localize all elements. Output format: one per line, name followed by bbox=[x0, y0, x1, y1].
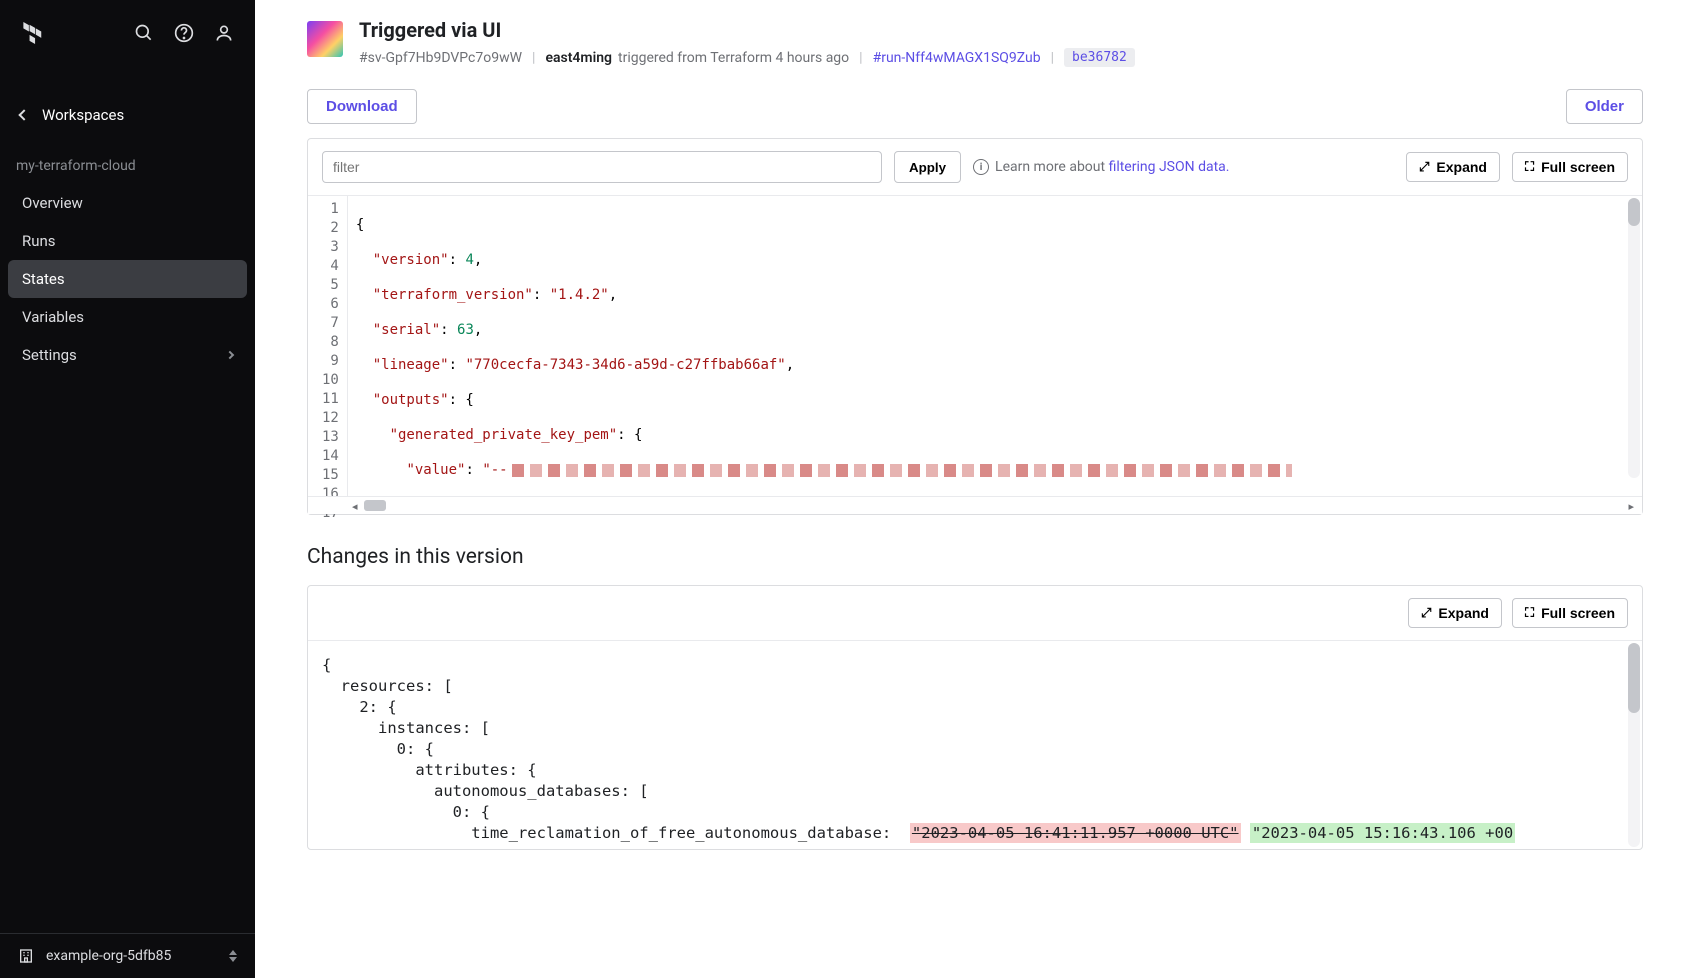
footer-org-name: example-org-5dfb85 bbox=[46, 948, 217, 964]
nav-states[interactable]: States bbox=[8, 260, 247, 298]
page-title: Triggered via UI bbox=[359, 18, 1643, 42]
redacted-value bbox=[512, 464, 1292, 477]
older-button[interactable]: Older bbox=[1566, 89, 1643, 124]
run-link[interactable]: #run-Nff4wMAGX1SQ9Zub bbox=[873, 50, 1041, 66]
learn-more-text: i Learn more about filtering JSON data. bbox=[973, 159, 1394, 175]
diff-vertical-scrollbar[interactable] bbox=[1628, 643, 1640, 847]
diff-toolbar: ⤢ Expand ⛶ Full screen bbox=[308, 586, 1642, 641]
chevron-right-icon bbox=[226, 351, 234, 359]
diff-removed-value: "2023-04-05 16:41:11.957 +0000 UTC" bbox=[910, 823, 1241, 843]
horizontal-scrollbar[interactable]: ◂ ▸ bbox=[308, 496, 1642, 514]
code-area: 1234567891011121314151617 { "version": 4… bbox=[308, 196, 1642, 496]
workspace-breadcrumb: my-terraform-cloud bbox=[0, 134, 255, 184]
trigger-description: triggered from Terraform 4 hours ago bbox=[618, 50, 849, 66]
filtering-docs-link[interactable]: filtering JSON data. bbox=[1109, 159, 1230, 175]
vertical-scrollbar[interactable] bbox=[1628, 198, 1640, 478]
sidebar-top-bar bbox=[0, 0, 255, 66]
nav-settings[interactable]: Settings bbox=[8, 336, 247, 374]
diff-expand-button[interactable]: ⤢ Expand bbox=[1408, 598, 1502, 628]
triggered-by-user: east4ming bbox=[545, 50, 612, 66]
expand-icon: ⤢ bbox=[1419, 159, 1429, 175]
expand-button[interactable]: ⤢ Expand bbox=[1406, 152, 1500, 182]
nav-runs[interactable]: Runs bbox=[8, 222, 247, 260]
info-icon: i bbox=[973, 159, 989, 175]
avatar bbox=[307, 21, 343, 57]
nav-variables[interactable]: Variables bbox=[8, 298, 247, 336]
main-content: Triggered via UI #sv-Gpf7Hb9DVPc7o9wW | … bbox=[255, 0, 1683, 978]
code-body[interactable]: { "version": 4, "terraform_version": "1.… bbox=[348, 196, 1642, 496]
state-json-viewer: Apply i Learn more about filtering JSON … bbox=[307, 138, 1643, 515]
back-label: Workspaces bbox=[42, 106, 124, 124]
fullscreen-icon: ⛶ bbox=[1525, 159, 1534, 175]
org-switcher[interactable]: example-org-5dfb85 bbox=[0, 933, 255, 978]
chevron-left-icon bbox=[18, 109, 29, 120]
user-icon[interactable] bbox=[213, 22, 235, 44]
page-header: Triggered via UI #sv-Gpf7Hb9DVPc7o9wW | … bbox=[307, 18, 1643, 67]
diff-added-value: "2023-04-05 15:16:43.106 +00 bbox=[1250, 823, 1515, 843]
page-meta: #sv-Gpf7Hb9DVPc7o9wW | east4ming trigger… bbox=[359, 48, 1643, 67]
organization-icon bbox=[18, 948, 34, 964]
fullscreen-icon: ⛶ bbox=[1525, 605, 1534, 621]
search-icon[interactable] bbox=[133, 22, 155, 44]
nav-overview[interactable]: Overview bbox=[8, 184, 247, 222]
updown-icon bbox=[229, 950, 237, 962]
fullscreen-button[interactable]: ⛶ Full screen bbox=[1512, 152, 1628, 182]
line-gutter: 1234567891011121314151617 bbox=[308, 196, 348, 496]
sidebar: Workspaces my-terraform-cloud Overview R… bbox=[0, 0, 255, 978]
diff-fullscreen-button[interactable]: ⛶ Full screen bbox=[1512, 598, 1628, 628]
diff-body[interactable]: { resources: [ 2: { instances: [ 0: { at… bbox=[308, 641, 1642, 849]
changes-section-title: Changes in this version bbox=[307, 545, 1643, 569]
viewer-toolbar: Apply i Learn more about filtering JSON … bbox=[308, 139, 1642, 196]
back-to-workspaces[interactable]: Workspaces bbox=[0, 96, 255, 134]
nav-list: Overview Runs States Variables Settings bbox=[0, 184, 255, 374]
commit-badge[interactable]: be36782 bbox=[1064, 48, 1135, 67]
expand-icon: ⤢ bbox=[1421, 605, 1431, 621]
filter-input[interactable] bbox=[322, 151, 882, 183]
diff-viewer: ⤢ Expand ⛶ Full screen { resources: [ 2:… bbox=[307, 585, 1643, 850]
help-icon[interactable] bbox=[173, 22, 195, 44]
apply-button[interactable]: Apply bbox=[894, 151, 961, 183]
state-version-id: #sv-Gpf7Hb9DVPc7o9wW bbox=[359, 50, 522, 66]
action-row: Download Older bbox=[307, 89, 1643, 124]
download-button[interactable]: Download bbox=[307, 89, 417, 124]
terraform-logo-icon[interactable] bbox=[22, 22, 44, 44]
